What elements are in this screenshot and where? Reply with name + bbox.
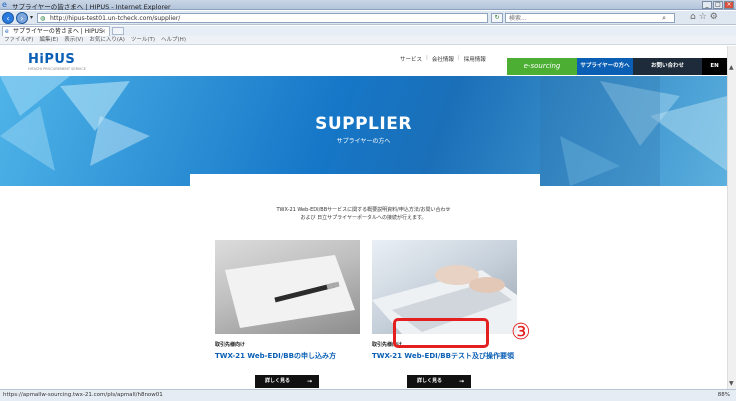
search-box[interactable]: ⌕	[505, 13, 675, 23]
site-logo[interactable]: HiPUS	[28, 52, 75, 67]
intro-line-2: および 日立サプライヤーポータルへの接続が行えます。	[300, 215, 427, 221]
address-bar: ‹ › ▾ ◍ http://hipus-test01.un-tcheck.co…	[0, 11, 736, 25]
nav-separator: |	[426, 55, 428, 61]
card-photo-pen	[215, 240, 360, 334]
tab-supplier[interactable]: e サプライヤーの皆さまへ | HIPUS ×	[2, 26, 110, 36]
forward-button[interactable]: ›	[16, 12, 28, 24]
url-field[interactable]: ◍ http://hipus-test01.un-tcheck.com/supp…	[37, 13, 488, 23]
menu-bar: ファイル(F) 編集(E) 表示(V) お気に入り(A) ツール(T) ヘルプ(…	[0, 36, 736, 45]
pen-paper-illustration	[225, 255, 355, 328]
menu-favorites[interactable]: お気に入り(A)	[89, 36, 125, 44]
scroll-down-icon[interactable]: ▼	[729, 380, 734, 387]
menu-file[interactable]: ファイル(F)	[4, 36, 33, 44]
back-button[interactable]: ‹	[2, 12, 14, 24]
nav-recruit[interactable]: 採用情報	[464, 55, 486, 63]
status-bar: https://apmallw-sourcing.twx-21.com/pls/…	[0, 389, 736, 401]
card-application: 取引先様向け TWX-21 Web-EDI/BBの申し込み方 詳しく見る →	[215, 240, 360, 388]
intro-text: TWX-21 Web-EDI/BBサービスに関する概要説明資料/申込方法/お問い…	[0, 206, 727, 222]
nav-company[interactable]: 会社情報	[432, 55, 454, 63]
status-url: https://apmallw-sourcing.twx-21.com/pls/…	[3, 392, 163, 398]
hero-content-panel	[190, 174, 540, 186]
menu-view[interactable]: 表示(V)	[64, 36, 83, 44]
esourcing-button[interactable]: e-sourcing	[507, 58, 577, 75]
window-titlebar: e サプライヤーの皆さまへ | HIPUS - Internet Explore…	[0, 0, 736, 11]
hero-title: SUPPLIER	[315, 114, 412, 134]
card-title[interactable]: TWX-21 Web-EDI/BBの申し込み方	[215, 351, 360, 361]
menu-tools[interactable]: ツール(T)	[131, 36, 155, 44]
intro-line-1: TWX-21 Web-EDI/BBサービスに関する概要説明資料/申込方法/お問い…	[276, 207, 451, 213]
menu-help[interactable]: ヘルプ(H)	[161, 36, 186, 44]
minimize-button[interactable]: _	[702, 1, 712, 9]
nav-services[interactable]: サービス	[400, 55, 422, 63]
refresh-button[interactable]: ↻	[491, 13, 503, 23]
more-button-label: 詳しく見る	[265, 378, 291, 384]
more-button-label: 詳しく見る	[417, 378, 443, 384]
arrow-right-icon: →	[458, 378, 464, 385]
page-favicon-icon: ◍	[40, 15, 46, 22]
arrow-right-icon: →	[306, 378, 312, 385]
close-tab-icon[interactable]: ×	[101, 27, 106, 36]
scroll-up-icon[interactable]: ▲	[729, 64, 734, 71]
search-input[interactable]	[506, 14, 656, 22]
window-title: サプライヤーの皆さまへ | HIPUS - Internet Explorer	[12, 3, 171, 11]
nav-separator: |	[457, 55, 460, 61]
history-dropdown-icon[interactable]: ▾	[30, 14, 33, 21]
vertical-scrollbar[interactable]: ▲ ▼	[727, 46, 736, 389]
more-button-application[interactable]: 詳しく見る →	[255, 375, 319, 388]
favorites-star-icon[interactable]: ☆	[699, 12, 707, 22]
tab-row: e サプライヤーの皆さまへ | HIPUS ×	[0, 26, 736, 36]
highlight-box	[393, 318, 489, 348]
tab-favicon-icon: e	[5, 28, 9, 35]
top-nav: サービス | 会社情報 | 採用情報	[400, 55, 486, 63]
card-kicker: 取引先様向け	[215, 342, 246, 348]
site-header: HiPUS HITACHI PROCUREMENT SERVICE サービス |…	[0, 46, 727, 76]
new-tab-button[interactable]	[112, 27, 124, 35]
zoom-level[interactable]: 88%	[718, 392, 730, 398]
contact-button[interactable]: お問い合わせ	[633, 58, 702, 75]
tab-label: サプライヤーの皆さまへ | HIPUS	[13, 28, 103, 35]
close-window-button[interactable]: ×	[724, 1, 734, 9]
search-icon[interactable]: ⌕	[662, 14, 666, 23]
more-button-test-guide[interactable]: 詳しく見る →	[407, 375, 471, 388]
url-text: http://hipus-test01.un-tcheck.com/suppli…	[50, 15, 181, 22]
settings-gear-icon[interactable]: ⚙	[710, 12, 718, 22]
hero-banner: SUPPLIER サプライヤーの方へ	[0, 76, 727, 186]
step-annotation: ③	[511, 320, 531, 345]
maximize-button[interactable]: □	[713, 1, 723, 9]
menu-edit[interactable]: 編集(E)	[39, 36, 58, 44]
card-title[interactable]: TWX-21 Web-EDI/BBテスト及び操作要領	[372, 351, 517, 361]
window-controls: _ □ ×	[702, 1, 734, 9]
hero-subtitle: サプライヤーの方へ	[336, 138, 391, 145]
supplier-nav-button[interactable]: サプライヤーの方へ	[577, 58, 633, 75]
site-logo-subtitle: HITACHI PROCUREMENT SERVICE	[28, 67, 86, 71]
page-viewport: HiPUS HITACHI PROCUREMENT SERVICE サービス |…	[0, 46, 727, 389]
home-icon[interactable]: ⌂	[690, 12, 696, 22]
language-en-button[interactable]: EN	[702, 58, 727, 75]
toolbar-icons: ⌂ ☆ ⚙	[690, 12, 718, 22]
ie-logo-icon: e	[2, 0, 7, 9]
